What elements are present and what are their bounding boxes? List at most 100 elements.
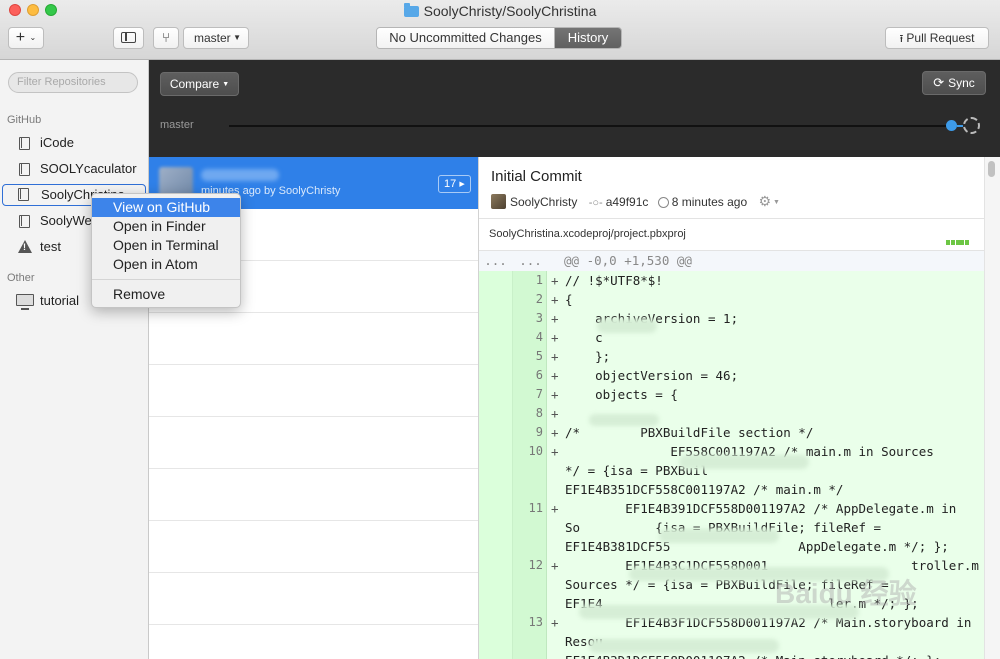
diff-line-code: EF1E4B3D1DCF558D001197A2 /* Main.storybo…: [565, 653, 941, 659]
list-item: [149, 573, 478, 625]
commit-summary-redacted: [201, 169, 279, 181]
diff-scrollbar[interactable]: [984, 157, 1000, 659]
sync-label: Sync: [948, 76, 975, 90]
diff-line-code: EF1E4B391DCF558D001197A2 /* AppDelegate.…: [565, 501, 957, 516]
diff-line-prefix: +: [551, 273, 559, 288]
compare-button[interactable]: Compare ▼: [160, 72, 239, 96]
diff-line-code: c: [565, 330, 603, 345]
sidebar-item-label: iCode: [40, 135, 74, 150]
gear-icon[interactable]: ⚙ ▼: [758, 193, 779, 209]
chevron-down-icon: ▼: [771, 199, 780, 206]
branch-button[interactable]: ⑂: [153, 27, 179, 49]
plus-icon: +: [15, 29, 26, 46]
chevron-down-icon: ⌄: [29, 33, 37, 42]
diff-gutter-old: [479, 271, 513, 659]
commit-count-badge[interactable]: 17 ▶: [438, 175, 471, 193]
redaction-mark: [659, 529, 779, 543]
sidebar-icon: [121, 32, 136, 43]
chevron-right-icon: ▶: [459, 181, 465, 188]
branch-icon: ⑂: [162, 30, 170, 45]
diff-file-name: SoolyChristina.xcodeproj/project.pbxproj: [489, 228, 686, 240]
diff-line-number: 9: [535, 425, 543, 439]
hunk-gutter-old: ...: [484, 253, 507, 268]
sidebar-item-label: tutorial: [40, 293, 80, 308]
sync-button[interactable]: ⟳ Sync: [922, 71, 986, 95]
uncommitted-ring-icon[interactable]: [963, 117, 980, 134]
menu-item-open-in-atom[interactable]: Open in Atom: [92, 255, 240, 274]
list-item: [149, 625, 478, 659]
commit-author: SoolyChristy: [510, 195, 578, 209]
diff-line-number: 10: [528, 444, 543, 458]
diff-line-number: 11: [528, 501, 543, 515]
branch-select[interactable]: master ▼: [183, 27, 249, 49]
sidebar-item-label: SoolyWe: [40, 213, 92, 228]
sidebar-item-label: test: [40, 239, 61, 254]
diff-line-prefix: +: [551, 558, 559, 573]
sidebar-item-icode[interactable]: iCode: [2, 132, 146, 154]
filter-repositories-input[interactable]: Filter Repositories: [8, 72, 138, 93]
diff-scrollbar-thumb[interactable]: [988, 161, 995, 177]
diff-line-prefix: +: [551, 349, 559, 364]
clock-icon: [657, 197, 669, 208]
diff-line-code: {: [565, 292, 573, 307]
branch-timeline[interactable]: [229, 125, 951, 127]
commit-sha[interactable]: a49f91c: [606, 195, 649, 209]
diff-file-header[interactable]: SoolyChristina.xcodeproj/project.pbxproj: [479, 218, 984, 251]
toggle-sidebar-button[interactable]: [113, 27, 144, 49]
diff-line-prefix: +: [551, 292, 559, 307]
diff-line-prefix: +: [551, 311, 559, 326]
commit-info: SoolyChristy -○- a49f91c 8 minutes ago ⚙ …: [491, 193, 780, 210]
diff-line-code: };: [565, 349, 611, 364]
repository-context-menu: View on GitHub Open in Finder Open in Te…: [91, 193, 241, 308]
repo-icon: [19, 137, 30, 150]
view-mode-segmented-control: No Uncommitted Changes History: [376, 27, 622, 49]
diff-line-code: // !$*UTF8*$!: [565, 273, 663, 288]
redaction-mark: [589, 639, 779, 653]
compare-label: Compare: [169, 77, 220, 91]
menu-item-open-in-finder[interactable]: Open in Finder: [92, 217, 240, 236]
repo-icon: [19, 215, 30, 228]
list-item: [149, 313, 478, 365]
avatar: [491, 194, 506, 209]
pull-request-label: Pull Request: [906, 31, 975, 45]
diff-line-number: 13: [528, 615, 543, 629]
menu-item-open-in-terminal[interactable]: Open in Terminal: [92, 236, 240, 255]
sidebar-item-label: SOOLYcaculator: [40, 161, 137, 176]
list-item: [149, 469, 478, 521]
menu-item-remove[interactable]: Remove: [92, 285, 240, 304]
diff-hunk-header: ... ... @@ -0,0 +1,530 @@: [479, 251, 984, 271]
warning-icon: [18, 240, 32, 253]
tab-uncommitted-changes[interactable]: No Uncommitted Changes: [377, 28, 555, 48]
diff-stat-bar: [946, 233, 970, 245]
diff-line-prefix: +: [551, 615, 559, 630]
diff-line-code: /* PBXBuildFile section */: [565, 425, 814, 440]
diff-line-code: EF1E4B351DCF558C001197A2 /* main.m */: [565, 482, 844, 497]
diff-line-prefix: +: [551, 501, 559, 516]
diff-line-number: 4: [535, 330, 543, 344]
sidebar-section-github: GitHub: [7, 114, 42, 126]
diff-line-code: objectVersion = 46;: [565, 368, 739, 383]
redaction-mark: [589, 414, 659, 426]
commit-time: 8 minutes ago: [671, 195, 748, 209]
add-repository-button[interactable]: + ⌄: [8, 27, 44, 49]
commit-count: 17: [444, 178, 457, 190]
redaction-mark: [679, 455, 809, 469]
chevron-down-icon: ▼: [233, 33, 241, 42]
pull-request-icon: ⭱: [899, 33, 904, 45]
diff-line-number: 1: [535, 273, 543, 287]
menu-item-view-on-github[interactable]: View on GitHub: [92, 198, 240, 217]
diff-line-prefix: +: [551, 425, 559, 440]
watermark-text: Baidu 经验: [775, 577, 917, 609]
diff-line-code: objects = {: [565, 387, 678, 402]
diff-line-prefix: +: [551, 387, 559, 402]
list-item: [149, 365, 478, 417]
window-title-text: SoolyChristy/SoolyChristina: [423, 3, 597, 19]
commit-dot-icon[interactable]: [946, 120, 957, 131]
sidebar-section-other: Other: [7, 272, 35, 284]
diff-line-number: 8: [535, 406, 543, 420]
sidebar-item-soolycaculator[interactable]: SOOLYcaculator: [2, 158, 146, 180]
diff-line-number: 6: [535, 368, 543, 382]
tab-history[interactable]: History: [555, 28, 621, 48]
pull-request-button[interactable]: ⭱ Pull Request: [885, 27, 989, 49]
repository-sidebar: Filter Repositories GitHub iCode SOOLYca…: [0, 60, 149, 659]
